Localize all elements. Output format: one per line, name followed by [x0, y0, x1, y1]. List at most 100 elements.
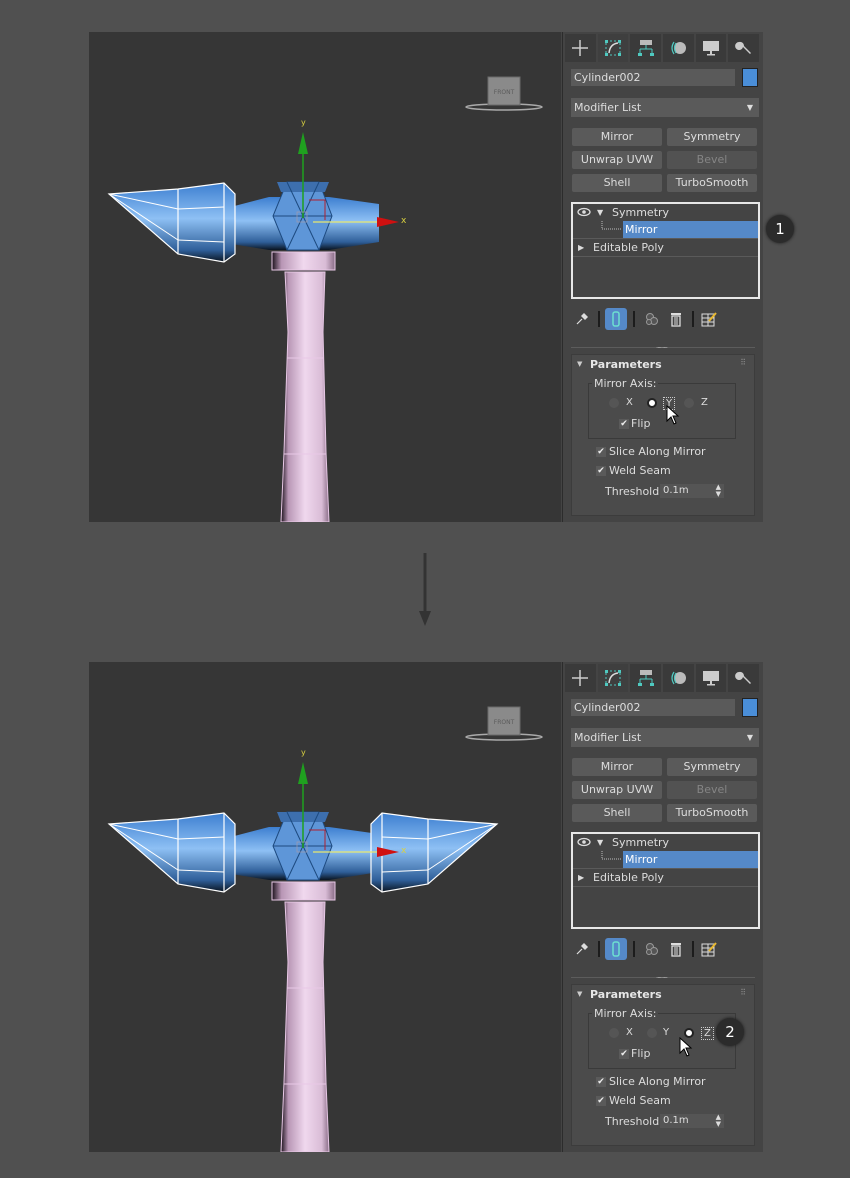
make-unique-button[interactable]: [641, 308, 663, 330]
slice-along-mirror-checkbox[interactable]: ✔: [596, 447, 606, 457]
configure-modifier-sets-button[interactable]: [698, 938, 720, 960]
tab-modify[interactable]: [597, 34, 629, 62]
spinner-arrows-icon[interactable]: ▲ ▼: [716, 1114, 721, 1128]
pin-stack-button[interactable]: [571, 308, 593, 330]
object-color-swatch[interactable]: [742, 68, 758, 87]
object-color-swatch[interactable]: [742, 698, 758, 717]
utilities-icon: [734, 671, 751, 684]
eye-icon[interactable]: [577, 837, 591, 847]
stack-item-editable-poly[interactable]: ▶ Editable Poly: [573, 239, 758, 256]
flip-checkbox[interactable]: ✔: [619, 1049, 629, 1059]
step-badge: 1: [766, 215, 794, 243]
axis-y-radio[interactable]: [647, 398, 657, 408]
expand-down-icon[interactable]: ▼: [597, 834, 603, 851]
drag-handle-icon[interactable]: ⠿: [740, 358, 746, 367]
tab-modify[interactable]: [597, 664, 629, 692]
bevel-button[interactable]: Bevel: [667, 781, 757, 799]
shell-button[interactable]: Shell: [572, 174, 662, 192]
tab-create[interactable]: [565, 34, 596, 62]
stack-modifier-label: Symmetry: [612, 206, 670, 219]
remove-modifier-button[interactable]: [665, 308, 687, 330]
threshold-spinner[interactable]: 0.1m ▲ ▼: [660, 484, 724, 498]
collapse-icon[interactable]: ▼: [577, 360, 582, 368]
spinner-arrows-icon[interactable]: ▲ ▼: [716, 484, 721, 498]
unwrap-uvw-button[interactable]: Unwrap UVW: [572, 151, 662, 169]
parameters-title[interactable]: Parameters: [590, 358, 662, 371]
view-cube[interactable]: FRONT: [465, 706, 543, 741]
modifier-stack[interactable]: ▼ Symmetry Mirror ▶ Editable Poly: [571, 202, 760, 299]
weld-seam-checkbox[interactable]: ✔: [596, 1096, 606, 1106]
tab-utilities[interactable]: [728, 664, 760, 692]
show-end-result-button[interactable]: [605, 308, 627, 330]
shell-button[interactable]: Shell: [572, 804, 662, 822]
view-cube[interactable]: FRONT: [465, 76, 543, 111]
tab-display[interactable]: [695, 34, 727, 62]
object-name-field[interactable]: Cylinder002: [571, 699, 735, 716]
expand-right-icon[interactable]: ▶: [578, 869, 584, 886]
make-unique-icon: [646, 313, 658, 325]
tab-create[interactable]: [565, 664, 596, 692]
pin-stack-button[interactable]: [571, 938, 593, 960]
axis-x-radio[interactable]: [609, 1028, 619, 1038]
show-end-result-icon: [612, 941, 620, 957]
configure-modifier-sets-button[interactable]: [698, 308, 720, 330]
threshold-label: Threshold:: [605, 485, 663, 498]
trash-icon: [671, 943, 681, 957]
axis-x-radio[interactable]: [609, 398, 619, 408]
turbosmooth-button[interactable]: TurboSmooth: [667, 804, 757, 822]
expand-down-icon[interactable]: ▼: [597, 204, 603, 221]
axis-z-radio[interactable]: [684, 398, 694, 408]
resize-grip-icon[interactable]: ·········: [656, 974, 668, 982]
slice-along-mirror-checkbox[interactable]: ✔: [596, 1077, 606, 1087]
weld-seam-checkbox[interactable]: ✔: [596, 466, 606, 476]
tab-motion[interactable]: [663, 34, 694, 62]
bevel-button[interactable]: Bevel: [667, 151, 757, 169]
remove-modifier-button[interactable]: [665, 938, 687, 960]
stack-item-mirror-subobject[interactable]: Mirror: [573, 221, 758, 238]
tab-motion[interactable]: [663, 664, 694, 692]
tab-hierarchy[interactable]: [630, 664, 662, 692]
eye-icon[interactable]: [577, 207, 591, 217]
tab-utilities[interactable]: [728, 34, 760, 62]
stack-toolbar: [571, 308, 759, 330]
turbosmooth-button[interactable]: TurboSmooth: [667, 174, 757, 192]
make-unique-button[interactable]: [641, 938, 663, 960]
symmetry-button[interactable]: Symmetry: [667, 128, 757, 146]
command-panel-tabs: [565, 34, 761, 62]
step-badge: 2: [716, 1018, 744, 1046]
flip-label: Flip: [631, 417, 651, 430]
axis-y-label: Y: [663, 1027, 670, 1038]
tree-connector-icon: [601, 221, 621, 230]
parameters-title[interactable]: Parameters: [590, 988, 662, 1001]
object-name-field[interactable]: Cylinder002: [571, 69, 735, 86]
axis-y-radio[interactable]: [647, 1028, 657, 1038]
show-end-result-button[interactable]: [605, 938, 627, 960]
drag-handle-icon[interactable]: ⠿: [740, 988, 746, 997]
flip-checkbox[interactable]: ✔: [619, 419, 629, 429]
stack-item-editable-poly[interactable]: ▶ Editable Poly: [573, 869, 758, 886]
modifier-stack[interactable]: ▼ Symmetry Mirror ▶ Editable Poly: [571, 832, 760, 929]
left-spike-mesh: [107, 182, 236, 263]
front-viewport[interactable]: y x FRONT: [89, 662, 561, 1152]
chevron-down-icon: ▼: [746, 733, 753, 742]
modifier-list-dropdown[interactable]: Modifier List ▼: [571, 728, 759, 747]
stack-item-symmetry[interactable]: ▼ Symmetry: [573, 834, 758, 851]
mirror-button[interactable]: Mirror: [572, 128, 662, 146]
modifier-list-dropdown[interactable]: Modifier List ▼: [571, 98, 759, 117]
unwrap-uvw-button[interactable]: Unwrap UVW: [572, 781, 662, 799]
motion-icon: [671, 41, 687, 55]
tab-hierarchy[interactable]: [630, 34, 662, 62]
mirror-button[interactable]: Mirror: [572, 758, 662, 776]
stack-item-mirror-subobject[interactable]: Mirror: [573, 851, 758, 868]
weld-seam-label: Weld Seam: [609, 1094, 671, 1107]
symmetry-button[interactable]: Symmetry: [667, 758, 757, 776]
tab-display[interactable]: [695, 664, 727, 692]
front-viewport[interactable]: y x FRONT: [89, 32, 561, 522]
threshold-spinner[interactable]: 0.1m ▲ ▼: [660, 1114, 724, 1128]
resize-grip-icon[interactable]: ·········: [656, 344, 668, 352]
expand-right-icon[interactable]: ▶: [578, 239, 584, 256]
stack-item-symmetry[interactable]: ▼ Symmetry: [573, 204, 758, 221]
create-icon: [572, 40, 589, 56]
step-2-screenshot: y x FRONT Cylinder002 Modifier List ▼ Mi…: [89, 662, 763, 1152]
collapse-icon[interactable]: ▼: [577, 990, 582, 998]
